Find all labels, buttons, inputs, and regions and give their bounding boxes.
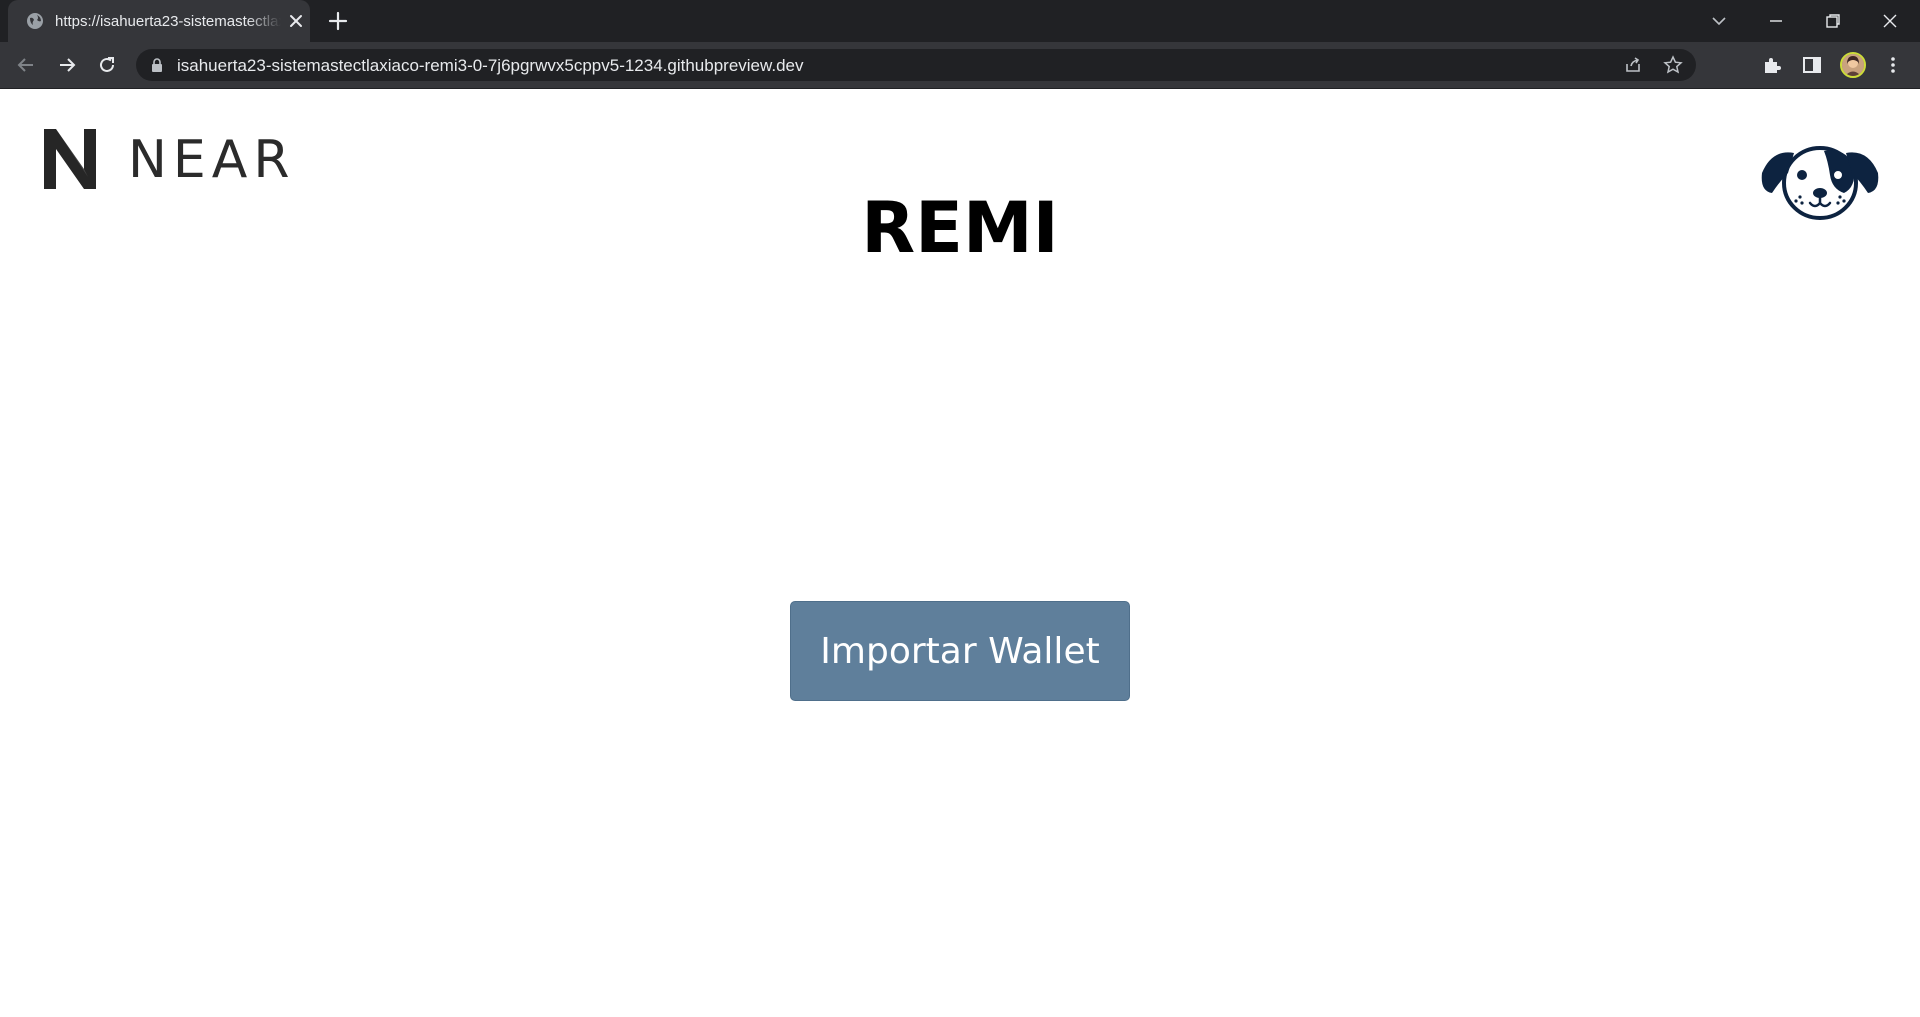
near-logo-icon bbox=[44, 129, 96, 189]
near-wordmark: NEAR bbox=[128, 130, 296, 190]
page-viewport: NEAR REMI Importar Wallet bbox=[0, 89, 1920, 1017]
puzzle-icon[interactable] bbox=[1761, 54, 1783, 76]
globe-icon bbox=[27, 13, 43, 29]
plus-icon[interactable] bbox=[328, 11, 348, 31]
import-wallet-button[interactable]: Importar Wallet bbox=[790, 601, 1130, 701]
close-window-icon[interactable] bbox=[1878, 9, 1902, 33]
address-bar[interactable]: isahuerta23-sistemastectlaxiaco-remi3-0-… bbox=[136, 49, 1696, 81]
close-icon[interactable] bbox=[288, 13, 304, 29]
side-panel-icon[interactable] bbox=[1801, 54, 1823, 76]
tab-title: https://isahuerta23-sistemastectlaxiaco-… bbox=[55, 13, 281, 30]
profile-photo-icon bbox=[1842, 54, 1864, 76]
lock-icon[interactable] bbox=[151, 58, 163, 72]
chevron-down-icon[interactable] bbox=[1707, 9, 1731, 33]
minimize-icon[interactable] bbox=[1764, 9, 1788, 33]
star-icon[interactable] bbox=[1663, 55, 1683, 75]
dog-logo-icon[interactable] bbox=[1758, 129, 1882, 225]
reload-icon[interactable] bbox=[96, 54, 118, 76]
arrow-right-icon[interactable] bbox=[56, 54, 78, 76]
browser-tab-active[interactable]: https://isahuerta23-sistemastectlaxiaco-… bbox=[8, 0, 310, 42]
page-title: REMI bbox=[861, 187, 1059, 269]
restore-icon[interactable] bbox=[1821, 9, 1845, 33]
url-text: isahuerta23-sistemastectlaxiaco-remi3-0-… bbox=[177, 56, 804, 75]
share-icon[interactable] bbox=[1623, 55, 1643, 75]
near-logo[interactable]: NEAR bbox=[36, 125, 292, 193]
browser-tab-strip: https://isahuerta23-sistemastectlaxiaco-… bbox=[0, 0, 1920, 42]
kebab-menu-icon[interactable] bbox=[1882, 54, 1904, 76]
browser-toolbar: isahuerta23-sistemastectlaxiaco-remi3-0-… bbox=[0, 42, 1920, 89]
arrow-left-icon[interactable] bbox=[15, 54, 37, 76]
avatar[interactable] bbox=[1840, 52, 1866, 78]
